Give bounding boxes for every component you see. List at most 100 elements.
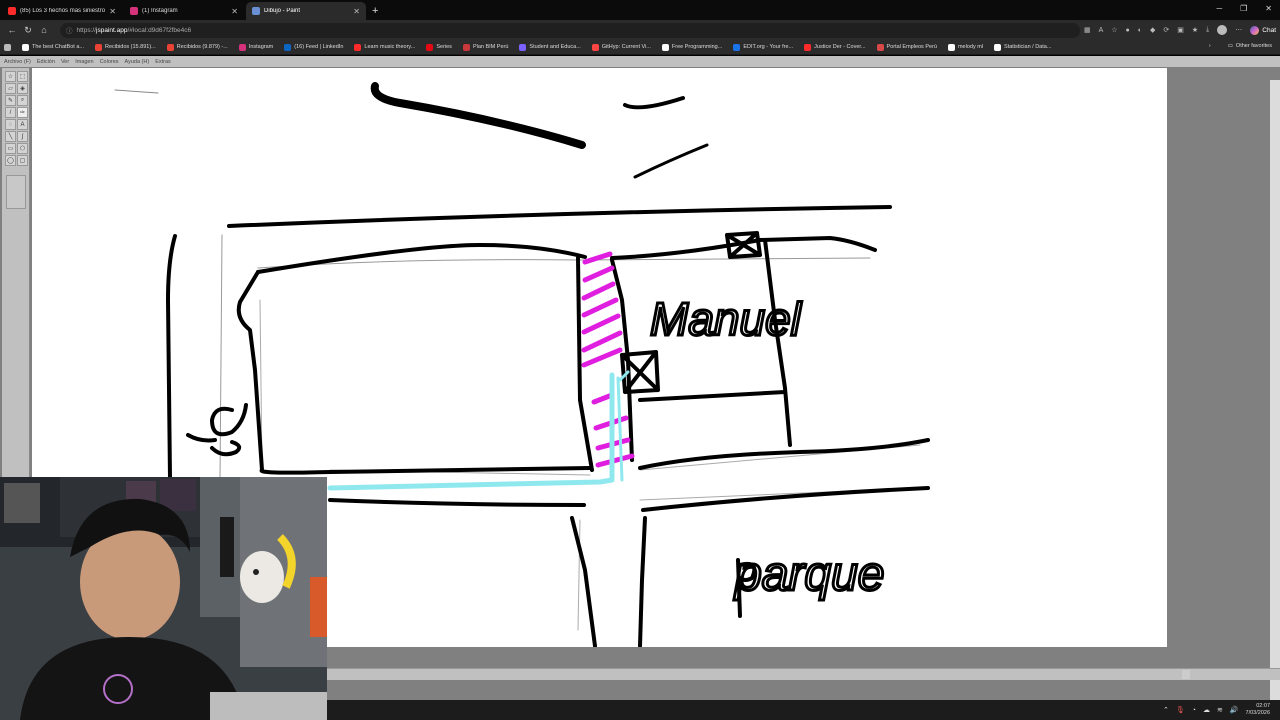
back-icon[interactable]: ← [4, 25, 20, 35]
fill-tool-icon[interactable]: ◈ [17, 83, 28, 94]
airbrush-tool-icon[interactable]: ◌ [5, 119, 16, 130]
menu-ver[interactable]: Ver [61, 59, 69, 65]
bookmark-item[interactable]: Justice Der - Cover... [804, 43, 866, 51]
browser-tab-active[interactable]: Dibujo - Paint ✕ [246, 2, 366, 20]
chevron-right-icon[interactable]: › [1209, 43, 1211, 49]
bookmark-label: Student and Educa... [529, 44, 581, 50]
menu-edicion[interactable]: Edición [37, 59, 55, 65]
close-tab-icon[interactable]: ✕ [109, 7, 116, 16]
bookmark-item[interactable] [4, 43, 14, 51]
bookmark-label: EDIT.org - Your fre... [743, 44, 794, 50]
copilot-chat-button[interactable]: Chat [1250, 25, 1276, 35]
bookmark-label: Learn music theory... [364, 44, 416, 50]
rounded-rect-tool-icon[interactable]: ▢ [17, 155, 28, 166]
bookmark-item[interactable]: Learn music theory... [354, 43, 416, 51]
apps-icon[interactable]: ▦ [1084, 26, 1091, 34]
bookmark-item[interactable]: Recibidos (15.891)... [94, 43, 156, 51]
youtube-icon [8, 7, 16, 15]
apps-grid-icon [4, 43, 11, 51]
curve-tool-icon[interactable]: ∫ [17, 131, 28, 142]
extension-icon[interactable]: ◆ [1150, 26, 1155, 34]
brush-tool-icon[interactable]: ✑ [17, 107, 28, 118]
eraser-tool-icon[interactable]: ▱ [5, 83, 16, 94]
block-outline [236, 270, 592, 475]
bookmark-item[interactable]: Portal Empleos Perú [876, 43, 937, 51]
guide-line [219, 234, 223, 481]
bookmark-label: (16) Feed | LinkedIn [294, 44, 344, 50]
menu-ayuda[interactable]: Ayuda (H) [125, 59, 150, 65]
bookmark-item[interactable]: EDIT.org - Your fre... [733, 43, 794, 51]
tray-overflow-icon[interactable]: ⌃ [1163, 706, 1169, 714]
other-favorites[interactable]: › ▭ Other favorites [1209, 43, 1272, 49]
url-host: jspaint.app [96, 26, 128, 34]
extension-icon[interactable]: ● [1126, 27, 1130, 34]
horizontal-scroll-thumb[interactable] [1182, 670, 1190, 679]
magnifier-tool-icon[interactable]: ⌕ [17, 95, 28, 106]
sketch-mark [114, 89, 159, 94]
vertical-scrollbar[interactable] [1270, 80, 1280, 700]
line-tool-icon[interactable]: ╲ [5, 131, 16, 142]
pencil-tool-icon[interactable]: / [5, 107, 16, 118]
copilot-icon [1250, 25, 1260, 35]
more-menu-icon[interactable]: ⋯ [1235, 26, 1242, 34]
home-icon[interactable]: ⌂ [36, 25, 52, 35]
rect-select-tool-icon[interactable]: ⬚ [17, 71, 28, 82]
clock-date: 7/03/2026 [1245, 710, 1270, 716]
bookmarks-bar: The best ChatBot a... Recibidos (15.891)… [0, 40, 1280, 55]
bookmark-item[interactable]: Statistician / Data... [994, 43, 1051, 51]
close-tab-icon[interactable]: ✕ [231, 7, 238, 16]
menu-colores[interactable]: Colores [100, 59, 119, 65]
bookmark-item[interactable]: Series [426, 43, 452, 51]
brush-stroke [370, 82, 586, 149]
split-screen-icon[interactable]: ▣ [1177, 26, 1184, 34]
block-outline [256, 243, 587, 274]
window-controls: ─ ❐ ✕ [1216, 4, 1272, 13]
rectangle-tool-icon[interactable]: ▭ [5, 143, 16, 154]
new-tab-button[interactable]: + [372, 2, 378, 20]
volume-icon[interactable]: 🔊 [1230, 706, 1239, 714]
bookmark-item[interactable]: melody ml [947, 43, 983, 51]
close-tab-icon[interactable]: ✕ [353, 7, 360, 16]
bookmark-item[interactable]: Plan BIM Perú [462, 43, 508, 51]
refresh-ext-icon[interactable]: ⟳ [1163, 26, 1169, 34]
bookmark-item[interactable]: Free Programming... [661, 43, 722, 51]
bookmark-item[interactable]: Recibidos (9.879) -... [166, 43, 228, 51]
handwriting-fragment [186, 403, 248, 457]
bookmark-item[interactable]: Instagram [238, 43, 273, 51]
downloads-icon[interactable]: ⤓ [1206, 26, 1209, 34]
read-aloud-icon[interactable]: A [1099, 27, 1104, 34]
bookmark-item[interactable]: (16) Feed | LinkedIn [284, 43, 344, 51]
restore-icon[interactable]: ❐ [1240, 4, 1247, 13]
taskbar-clock[interactable]: 02:07 7/03/2026 [1246, 703, 1270, 717]
menu-imagen[interactable]: Imagen [75, 59, 93, 65]
clock-time: 02:07 [1256, 703, 1270, 709]
system-tray: ⌃ 🎙 ◔ ☁ ≋ 🔊 02:07 7/03/2026 [1163, 703, 1270, 717]
browser-tab[interactable]: (85) Los 3 hechos más siniestros y ✕ [2, 2, 122, 20]
ellipse-tool-icon[interactable]: ◯ [5, 155, 16, 166]
microphone-icon[interactable]: 🎙 [1176, 706, 1185, 714]
bookmark-item[interactable]: GitHyp: Current Vi... [591, 43, 651, 51]
onedrive-icon[interactable]: ☁ [1203, 706, 1210, 714]
favorites-icon[interactable]: ★ [1192, 26, 1198, 34]
extension-icon[interactable]: ◐ [1138, 27, 1142, 34]
wifi-icon[interactable]: ≋ [1217, 706, 1223, 714]
menu-archivo[interactable]: Archivo (F) [4, 59, 31, 65]
network-icon[interactable]: ◔ [1192, 707, 1196, 714]
minimize-icon[interactable]: ─ [1216, 4, 1222, 13]
pick-color-tool-icon[interactable]: ✎ [5, 95, 16, 106]
favorite-star-icon[interactable]: ☆ [1111, 26, 1117, 34]
text-tool-icon[interactable]: A [17, 119, 28, 130]
bookmark-item[interactable]: The best ChatBot a... [22, 43, 84, 51]
browser-tab[interactable]: (1) Instagram ✕ [124, 2, 244, 20]
tool-options-box[interactable] [6, 175, 26, 209]
reload-icon[interactable]: ↻ [20, 25, 36, 36]
free-select-tool-icon[interactable]: ☆ [5, 71, 16, 82]
menu-extras[interactable]: Extras [155, 59, 171, 65]
polygon-tool-icon[interactable]: ⬠ [17, 143, 28, 154]
address-bar[interactable]: ⓘ https:// jspaint.app /#local:d9d67f2fb… [60, 22, 1080, 38]
close-window-icon[interactable]: ✕ [1265, 4, 1272, 13]
site-info-icon[interactable]: ⓘ [66, 25, 73, 35]
profile-avatar[interactable] [1217, 25, 1228, 35]
bookmark-item[interactable]: Student and Educa... [519, 43, 581, 51]
brush-stroke [633, 143, 709, 179]
